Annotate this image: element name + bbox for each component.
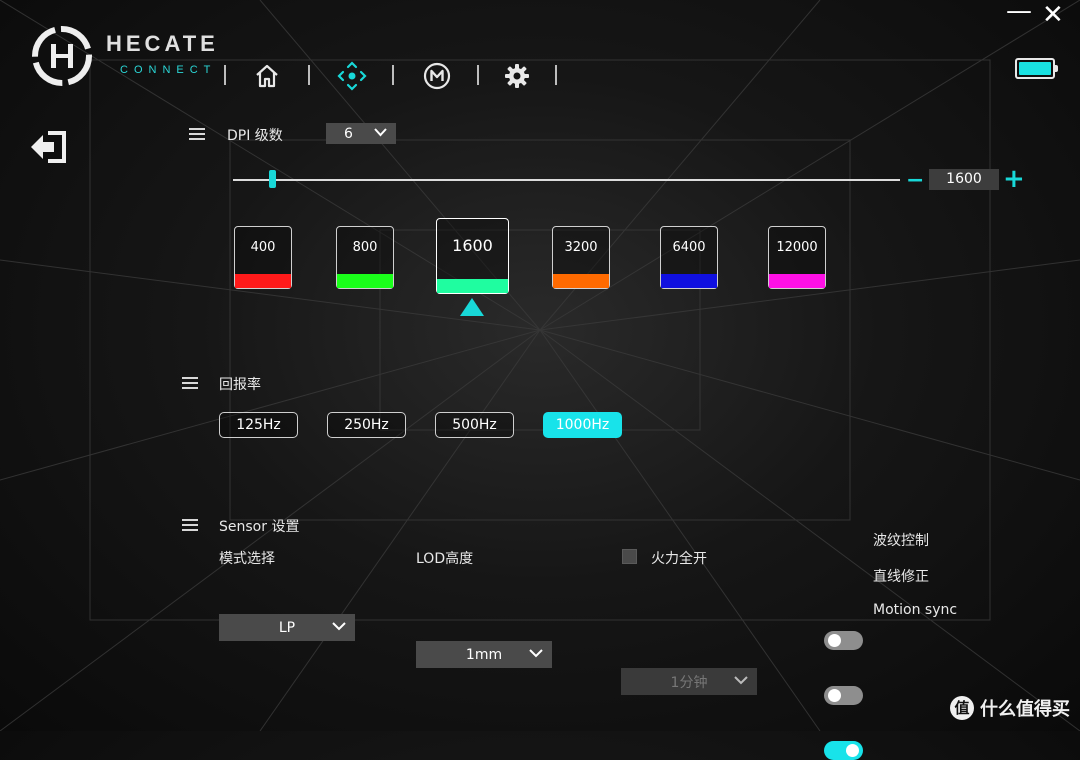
background-pattern — [0, 0, 1080, 731]
toggle-switch[interactable] — [824, 631, 863, 650]
brand-name: HECATE — [106, 31, 219, 56]
brand-subtitle: CONNECT — [120, 64, 217, 76]
dpi-stage-1600[interactable]: 1600 — [436, 218, 509, 294]
gear-icon[interactable] — [501, 60, 533, 92]
polling-section-title: 回报率 — [219, 377, 261, 393]
nav-separator — [308, 65, 310, 85]
close-button[interactable]: ✕ — [1042, 0, 1064, 30]
rate-1000-button[interactable]: 1000Hz — [543, 412, 622, 438]
sensor-section-title: Sensor 设置 — [219, 519, 300, 535]
battery-fill — [1019, 62, 1051, 75]
lod-label: LOD高度 — [416, 551, 474, 567]
nav-separator — [224, 65, 226, 85]
watermark-icon: 值 — [950, 696, 974, 720]
nav-separator — [392, 65, 394, 85]
menu-icon — [182, 377, 198, 389]
dpi-stage-800[interactable]: 800 — [336, 226, 394, 289]
crosshair-icon[interactable] — [336, 60, 368, 92]
dpi-stage-color — [337, 274, 393, 288]
dpi-stage-color — [661, 274, 717, 288]
selected-stage-indicator — [460, 298, 484, 316]
toggle-label: Motion sync — [873, 602, 958, 618]
dpi-levels-value: 6 — [344, 125, 353, 142]
dpi-section-title: DPI 级数 — [227, 128, 283, 144]
dpi-stage-label: 800 — [352, 240, 378, 255]
fire-checkbox[interactable] — [622, 549, 637, 564]
lod-dropdown[interactable]: 1mm — [416, 641, 552, 668]
nav-separator — [477, 65, 479, 85]
rate-250-button[interactable]: 250Hz — [327, 412, 406, 438]
dpi-stage-label: 3200 — [564, 240, 598, 255]
toggle-label: 直线修正 — [873, 569, 929, 585]
fire-label: 火力全开 — [651, 551, 707, 567]
macro-icon[interactable] — [421, 60, 453, 92]
mode-value: LP — [278, 619, 296, 636]
dpi-stage-label: 1600 — [452, 236, 493, 255]
dpi-stage-label: 400 — [250, 240, 276, 255]
toggle-label: 波纹控制 — [873, 533, 929, 549]
dpi-stage-400[interactable]: 400 — [234, 226, 292, 289]
watermark-text: 什么值得买 — [980, 699, 1070, 720]
fire-duration-value: 1分钟 — [670, 674, 708, 691]
nav-separator — [555, 65, 557, 85]
dpi-slider-track[interactable] — [233, 179, 900, 181]
dpi-stage-label: 6400 — [672, 240, 706, 255]
dpi-value-input[interactable]: 1600 — [929, 169, 999, 190]
chevron-down-icon — [734, 676, 748, 685]
dpi-stage-12000[interactable]: 12000 — [768, 226, 826, 289]
dpi-stage-color — [553, 274, 609, 288]
dpi-stage-3200[interactable]: 3200 — [552, 226, 610, 289]
toggle-switch[interactable] — [824, 686, 863, 705]
menu-icon — [182, 519, 198, 531]
lod-value: 1mm — [465, 646, 503, 663]
dpi-increase-button[interactable]: + — [1003, 164, 1025, 194]
watermark: 值 什么值得买 — [950, 695, 1070, 721]
exit-icon[interactable] — [30, 130, 68, 164]
rate-125-button[interactable]: 125Hz — [219, 412, 298, 438]
home-icon[interactable] — [251, 60, 283, 92]
dpi-slider-handle[interactable] — [269, 170, 276, 188]
hecate-logo-icon — [32, 26, 92, 86]
fire-duration-dropdown[interactable]: 1分钟 — [621, 668, 757, 695]
dpi-stage-color — [769, 274, 825, 288]
dpi-stage-6400[interactable]: 6400 — [660, 226, 718, 289]
chevron-down-icon — [529, 649, 543, 658]
chevron-down-icon — [374, 128, 387, 137]
dpi-stage-color — [437, 279, 508, 293]
dpi-decrease-button[interactable]: − — [906, 168, 924, 193]
rate-500-button[interactable]: 500Hz — [435, 412, 514, 438]
dpi-stage-color — [235, 274, 291, 288]
dpi-levels-dropdown[interactable]: 6 — [326, 123, 396, 144]
mode-label: 模式选择 — [219, 551, 275, 567]
battery-icon — [1015, 58, 1058, 79]
minimize-button[interactable]: — — [1006, 0, 1032, 26]
chevron-down-icon — [332, 622, 346, 631]
menu-icon — [189, 128, 205, 140]
toggle-switch[interactable] — [824, 741, 863, 760]
mode-dropdown[interactable]: LP — [219, 614, 355, 641]
dpi-stage-label: 12000 — [776, 240, 818, 255]
